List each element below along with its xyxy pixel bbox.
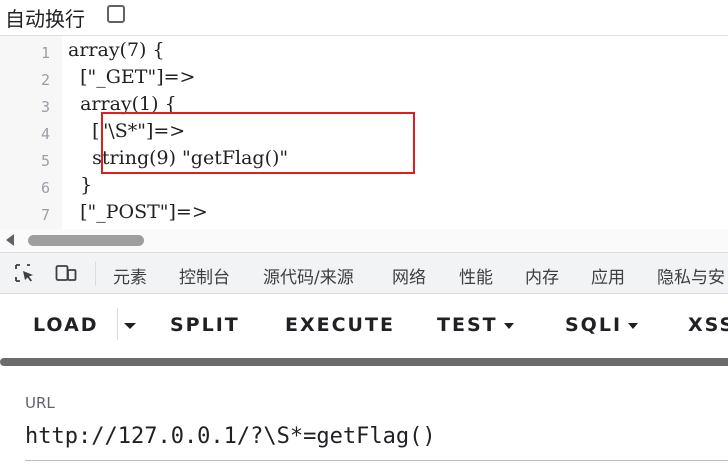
panel-scroll-track[interactable] [0, 358, 728, 366]
load-separator [117, 308, 118, 340]
url-label: URL [25, 394, 55, 412]
line-text: array(7) { [68, 39, 165, 61]
line-number: 6 [40, 179, 50, 197]
code-line: 1 array(7) { [0, 38, 728, 65]
url-input[interactable]: http://127.0.0.1/?\S*=getFlag() [25, 424, 436, 449]
scroll-left-arrow-icon[interactable] [6, 234, 14, 246]
tab-network[interactable]: 网络 [392, 263, 426, 288]
execute-button[interactable]: EXECUTE [285, 314, 395, 336]
device-toolbar-icon[interactable] [55, 263, 77, 283]
tab-console[interactable]: 控制台 [179, 263, 230, 288]
load-dropdown-chevron-down-icon[interactable] [124, 323, 136, 329]
xss-dropdown[interactable]: XSS [688, 314, 728, 336]
tab-performance[interactable]: 性能 [459, 263, 493, 288]
tab-elements[interactable]: 元素 [113, 263, 147, 288]
sqli-dropdown[interactable]: SQLI [565, 314, 639, 336]
scrollbar-thumb[interactable] [28, 235, 144, 246]
word-wrap-checkbox[interactable] [107, 5, 125, 23]
word-wrap-label: 自动换行 [5, 7, 85, 31]
chevron-down-icon [503, 322, 514, 329]
line-number: 1 [40, 44, 50, 62]
line-text: ["_GET"]=> [68, 66, 196, 88]
horizontal-scrollbar[interactable] [0, 229, 728, 252]
inspect-element-icon[interactable] [14, 263, 36, 283]
code-line: 7 ["_POST"]=> [0, 200, 728, 227]
load-button[interactable]: LOAD [33, 314, 99, 336]
tab-memory[interactable]: 内存 [525, 263, 559, 288]
line-number: 7 [40, 206, 50, 224]
tab-sources[interactable]: 源代码/来源 [263, 263, 354, 288]
line-number: 3 [40, 98, 50, 116]
split-button[interactable]: SPLIT [170, 314, 240, 336]
line-text: } [68, 174, 93, 196]
tab-privacy-security[interactable]: 隐私与安 [657, 263, 725, 288]
hackbar-toolbar: LOAD SPLIT EXECUTE TEST SQLI XSS [0, 294, 728, 358]
code-viewer: 1 array(7) { 2 ["_GET"]=> 3 array(1) { 4… [0, 35, 728, 230]
chevron-down-icon [628, 322, 639, 329]
url-panel: URL http://127.0.0.1/?\S*=getFlag() [0, 366, 728, 475]
code-line: 2 ["_GET"]=> [0, 65, 728, 92]
line-number: 2 [40, 71, 50, 89]
test-dropdown[interactable]: TEST [437, 314, 514, 336]
line-text: ["_POST"]=> [68, 201, 208, 223]
url-underline [25, 460, 728, 461]
tab-application[interactable]: 应用 [591, 263, 625, 288]
devtools-tab-bar: 元素 控制台 源代码/来源 网络 性能 内存 应用 隐私与安 [0, 252, 728, 294]
red-highlight-box [101, 112, 415, 174]
sqli-label: SQLI [565, 314, 623, 336]
test-label: TEST [437, 314, 498, 336]
tab-separator [95, 262, 96, 286]
line-number: 5 [40, 152, 50, 170]
line-number: 4 [40, 125, 50, 143]
word-wrap-bar: 自动换行 [0, 0, 728, 34]
code-line: 6 } [0, 173, 728, 200]
